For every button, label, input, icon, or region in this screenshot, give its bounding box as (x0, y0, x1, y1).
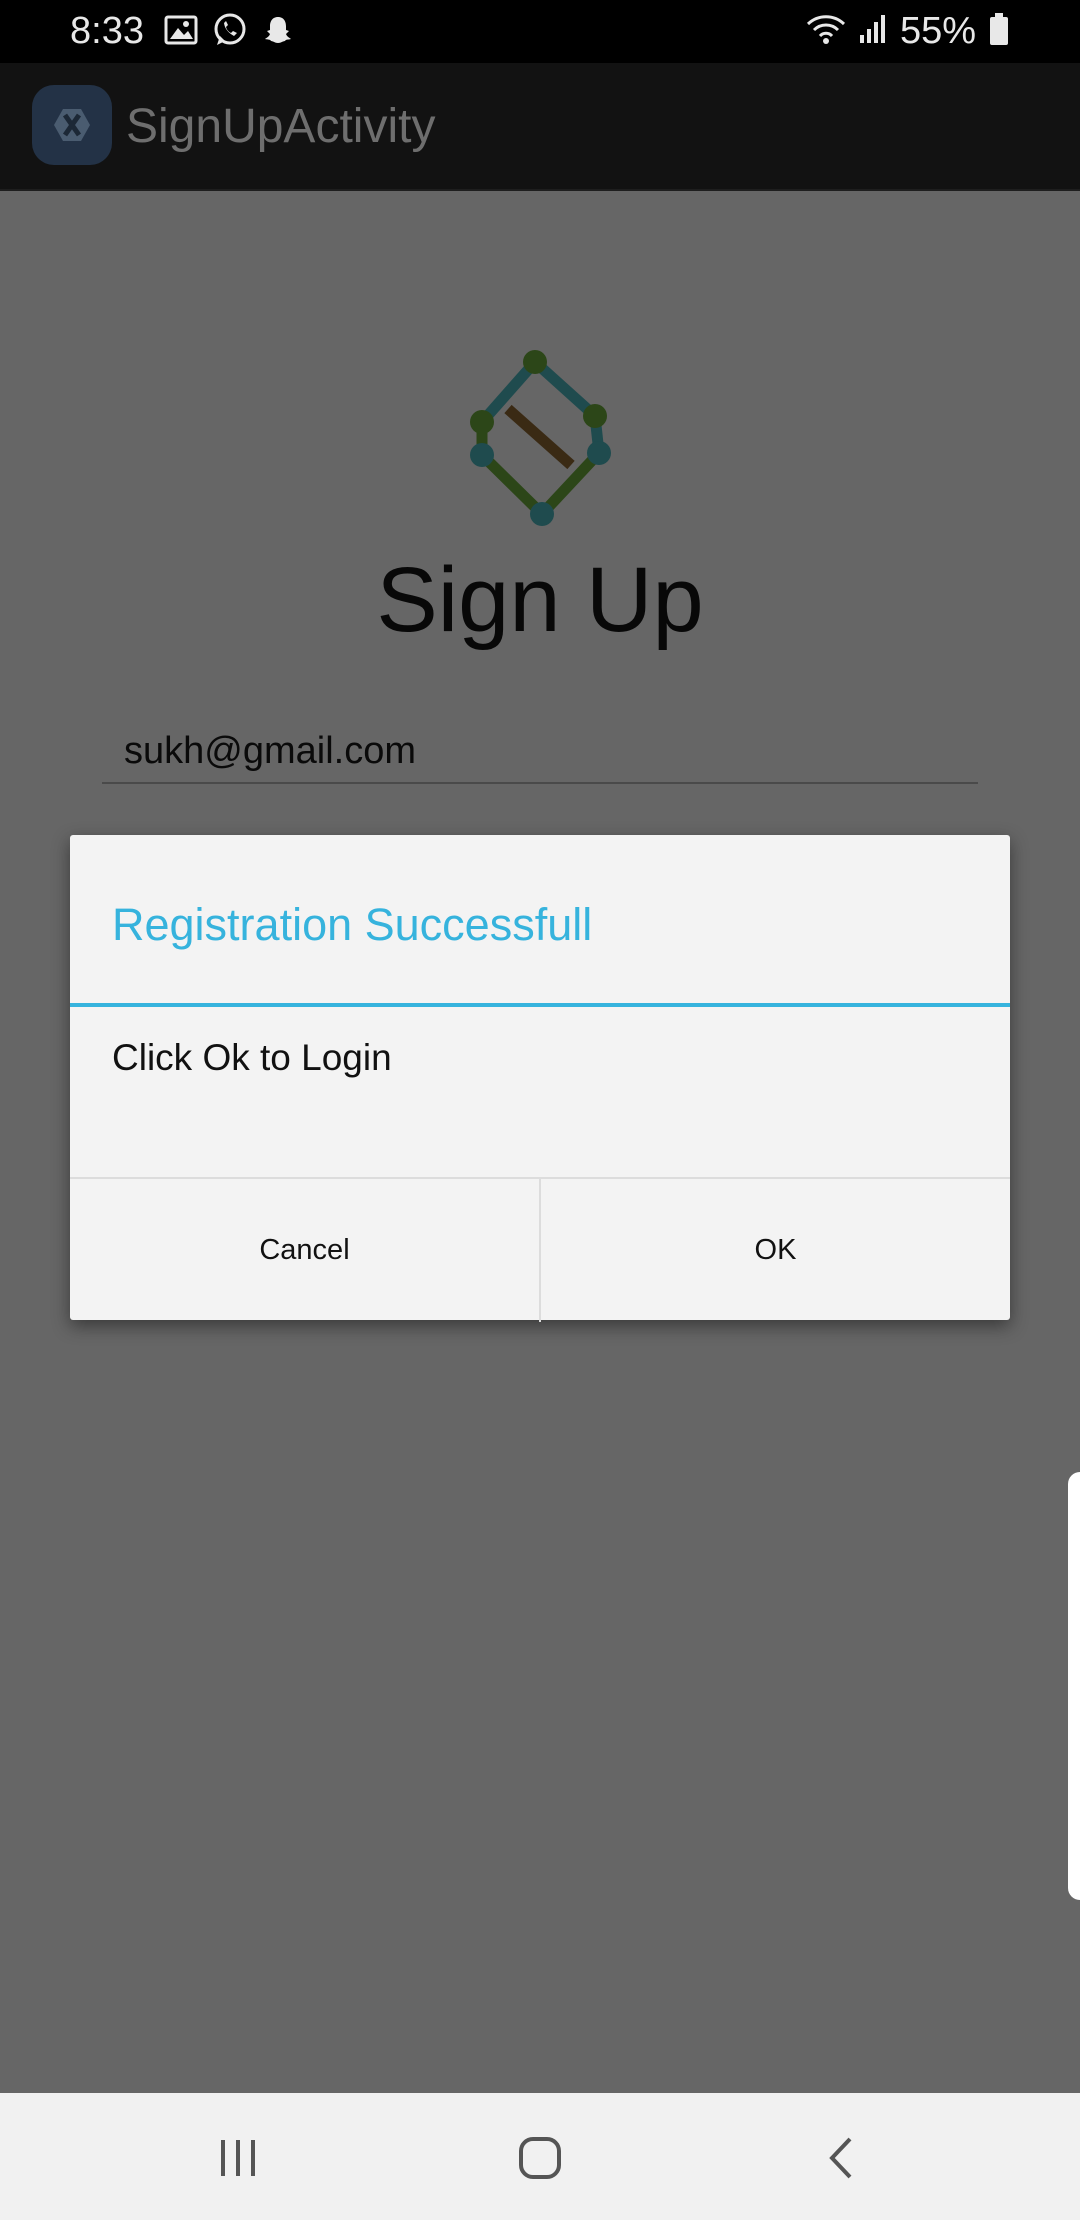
recent-apps-icon[interactable] (198, 2123, 278, 2193)
whatsapp-icon (212, 12, 248, 53)
notification-icons (164, 12, 294, 53)
battery-percent: 55% (899, 10, 976, 52)
status-bar: 8:33 55% (0, 0, 1080, 63)
screen: 8:33 55% SignUpActivity Sign Up sukh@gma… (0, 0, 1080, 2220)
navigation-bar (0, 2093, 1080, 2220)
dialog-actions: Cancel OK (70, 1177, 1010, 1322)
wifi-icon (806, 12, 846, 51)
snapchat-icon (262, 14, 294, 51)
dialog-title: Registration Successfull (112, 899, 593, 950)
battery-icon (988, 12, 1010, 51)
image-icon (164, 14, 198, 51)
xamarin-logo-icon (32, 85, 112, 165)
home-icon[interactable] (500, 2123, 580, 2193)
signal-icon (858, 13, 888, 50)
app-bar: SignUpActivity (0, 63, 1080, 191)
diamond-nodes-logo-icon (460, 342, 620, 532)
registration-dialog: Registration Successfull Click Ok to Log… (70, 835, 1010, 1322)
email-field[interactable] (102, 720, 978, 784)
dialog-message: Click Ok to Login (112, 1037, 392, 1078)
status-right: 55% (806, 8, 1010, 54)
page-title: Sign Up (376, 549, 704, 651)
status-time: 8:33 (70, 10, 144, 52)
dialog-divider (70, 1003, 1010, 1007)
edge-panel-handle[interactable] (1068, 1472, 1080, 1900)
ok-button[interactable]: OK (539, 1179, 1010, 1322)
back-icon[interactable] (802, 2123, 882, 2193)
cancel-button[interactable]: Cancel (70, 1179, 539, 1322)
app-title: SignUpActivity (126, 100, 436, 153)
